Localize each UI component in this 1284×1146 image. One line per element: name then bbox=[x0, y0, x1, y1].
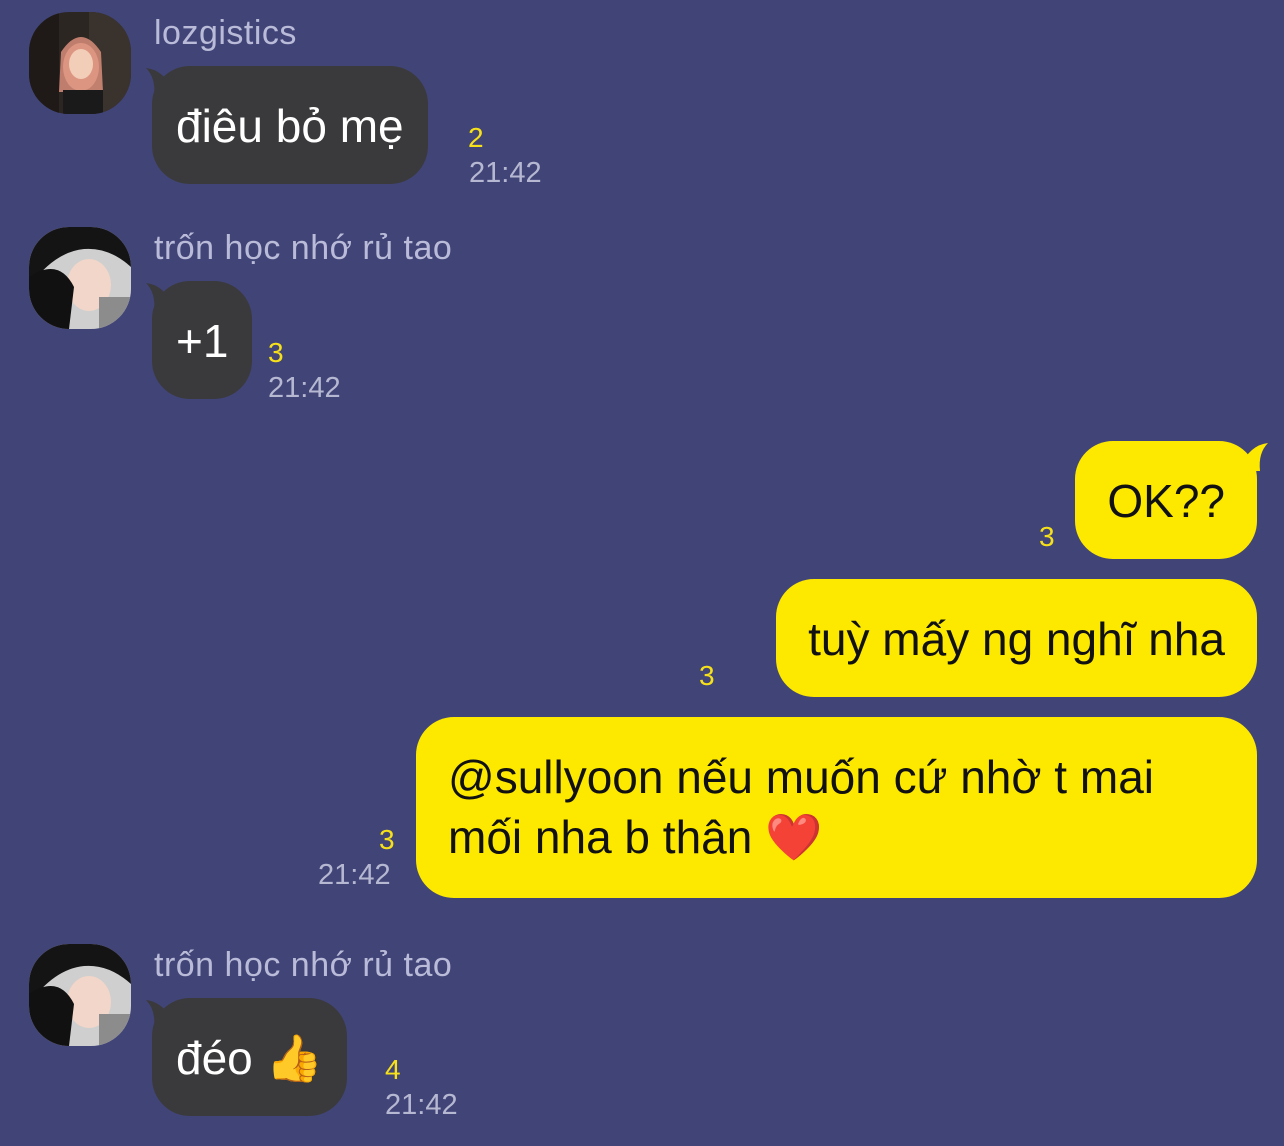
message-bubble[interactable]: OK?? bbox=[1075, 441, 1257, 559]
unread-count: 2 bbox=[468, 122, 484, 153]
avatar[interactable] bbox=[29, 12, 131, 114]
user-avatar-icon bbox=[29, 944, 131, 1046]
message-bubble[interactable]: @sullyoon nếu muốn cứ nhờ t mai mối nha … bbox=[416, 717, 1257, 898]
unread-count: 3 bbox=[379, 824, 395, 855]
message-text-line: mối nha b thân ❤️ bbox=[448, 811, 823, 863]
avatar[interactable] bbox=[29, 944, 131, 1046]
sender-name: lozgistics bbox=[154, 14, 297, 52]
user-avatar-icon bbox=[29, 12, 131, 114]
unread-count: 4 bbox=[385, 1054, 401, 1085]
user-avatar-icon bbox=[29, 227, 131, 329]
timestamp: 21:42 bbox=[469, 157, 542, 189]
message-bubble[interactable]: đéo 👍 bbox=[152, 998, 347, 1116]
sender-name: trốn học nhớ rủ tao bbox=[154, 229, 453, 267]
message-text-line: @sullyoon nếu muốn cứ nhờ t mai bbox=[448, 751, 1154, 803]
message-bubble[interactable]: tuỳ mấy ng nghĩ nha bbox=[776, 579, 1257, 697]
avatar[interactable] bbox=[29, 227, 131, 329]
timestamp: 21:42 bbox=[385, 1089, 458, 1121]
timestamp: 21:42 bbox=[318, 859, 391, 891]
unread-count: 3 bbox=[699, 660, 715, 691]
unread-count: 3 bbox=[268, 337, 284, 368]
timestamp: 21:42 bbox=[268, 372, 341, 404]
message-bubble[interactable]: điêu bỏ mẹ bbox=[152, 66, 428, 184]
unread-count: 3 bbox=[1039, 521, 1055, 552]
message-bubble[interactable]: +1 bbox=[152, 281, 253, 399]
sender-name: trốn học nhớ rủ tao bbox=[154, 946, 453, 984]
